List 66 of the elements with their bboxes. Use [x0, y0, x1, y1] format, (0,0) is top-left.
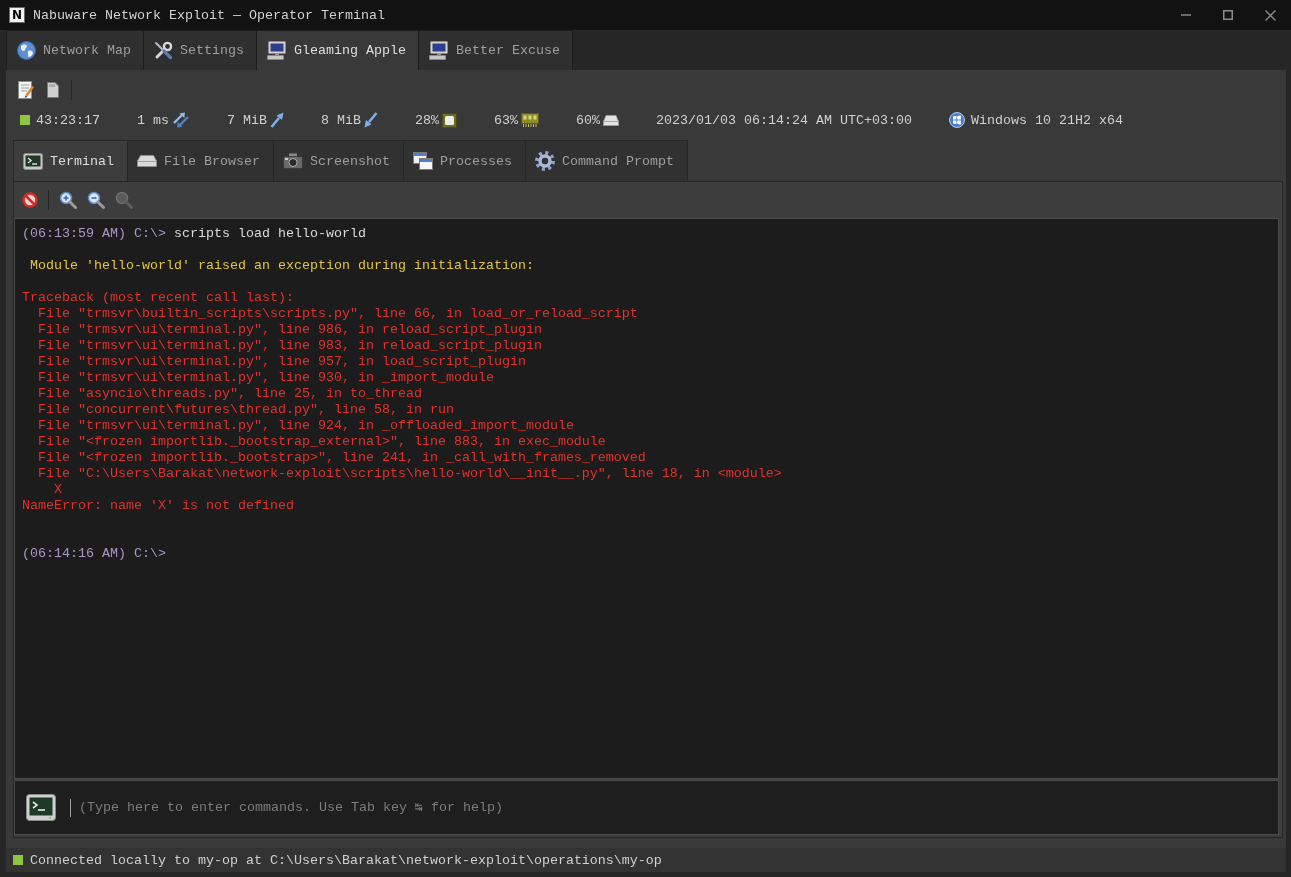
- uptime-text: 43:23:17: [36, 112, 100, 128]
- traceback-line: File "trmsvr\ui\terminal.py", line 930, in _import_module: [37, 370, 494, 386]
- tab[interactable]: Screenshot: [273, 140, 404, 181]
- zoom-out-icon[interactable]: [87, 191, 105, 209]
- traceback-line: File "trmsvr\ui\terminal.py", line 924, in _offloaded_import_module: [37, 418, 574, 434]
- traceback-line: File "asyncio\threads.py", line 25, in to_thread: [37, 386, 422, 402]
- gear-icon: [534, 151, 555, 171]
- windows-stack-icon: [412, 152, 433, 170]
- tab[interactable]: File Browser: [127, 140, 274, 181]
- download-text: 8 MiB: [321, 112, 361, 128]
- memory-usage-text: 63%: [494, 112, 518, 128]
- close-icon[interactable]: [1264, 9, 1276, 21]
- globe-icon: [17, 41, 36, 60]
- traceback-line: X: [53, 482, 62, 498]
- traceback-line: File "<frozen importlib._bootstrap_external>", line 883, in exec_module: [37, 434, 606, 450]
- tab[interactable]: Command Prompt: [524, 140, 688, 181]
- tab[interactable]: Terminal: [13, 140, 128, 181]
- command-text: scripts load hello-world: [173, 226, 366, 242]
- monitor-icon: [267, 41, 287, 60]
- notepad-icon[interactable]: [18, 81, 35, 99]
- window-title: Nabuware Network Exploit — Operator Terminal: [33, 7, 385, 23]
- monitor-icon: [428, 41, 449, 60]
- prompt-text: (06:14:16 AM) C:\>: [22, 546, 166, 562]
- terminal-icon: [23, 152, 43, 170]
- tab[interactable]: Network Map: [6, 30, 144, 70]
- prompt-text: (06:13:59 AM) C:\>: [22, 226, 166, 242]
- date-time-text: 2023/01/03 06:14:24 AM UTC+03:00: [656, 112, 912, 128]
- command-input[interactable]: (Type here to enter commands. Use Tab key ↹ for help): [70, 798, 1270, 817]
- hard-drive-icon: [137, 155, 157, 167]
- tools-icon: [154, 41, 173, 60]
- download-arrow-icon: [364, 112, 378, 128]
- status-text: Connected locally to my-op at C:\Users\Barakat\network-exploit\operations\my-op: [30, 852, 662, 868]
- latency-text: 1 ms: [137, 112, 169, 128]
- traceback-line: File "<frozen importlib._bootstrap>", line 241, in _call_with_frames_removed: [37, 450, 646, 466]
- traceback-line: File "trmsvr\ui\terminal.py", line 986, in reload_script_plugin: [37, 322, 542, 338]
- traceback-line: Traceback (most recent call last):: [22, 290, 294, 306]
- traceback-line: File "trmsvr\ui\terminal.py", line 983, in reload_script_plugin: [37, 338, 542, 354]
- tab[interactable]: Better Excuse: [417, 30, 573, 70]
- maximize-icon[interactable]: [1223, 10, 1233, 20]
- tab[interactable]: Processes: [402, 140, 526, 181]
- traceback-line: File "trmsvr\builtin_scripts\scripts.py", line 66, in load_or_reload_script: [37, 306, 638, 322]
- disk-drive-icon: [603, 114, 619, 126]
- status-indicator-icon: [20, 115, 30, 125]
- tab[interactable]: Gleaming Apple: [256, 30, 419, 70]
- stop-icon[interactable]: [22, 192, 38, 208]
- app-logo: N: [9, 7, 25, 23]
- camera-icon: [283, 153, 303, 169]
- traceback-line: File "concurrent\futures\thread.py", line 58, in run: [37, 402, 454, 418]
- terminal-icon[interactable]: [26, 794, 56, 821]
- windows-logo-icon: [948, 112, 965, 128]
- memory-card-icon[interactable]: [47, 82, 59, 98]
- upload-text: 7 MiB: [227, 112, 267, 128]
- upload-arrow-icon: [270, 112, 284, 128]
- zoom-in-icon[interactable]: [59, 191, 77, 209]
- tab[interactable]: Settings: [143, 30, 257, 70]
- exchange-arrows-icon: [172, 112, 190, 128]
- disk-usage-text: 60%: [576, 112, 600, 128]
- memory-module-icon: [521, 113, 539, 127]
- os-version-text: Windows 10 21H2 x64: [970, 112, 1123, 128]
- cpu-chip-icon: [442, 112, 457, 128]
- warning-message: Module 'hello-world' raised an exception during initialization:: [30, 258, 534, 274]
- command-bar[interactable]: (Type here to enter commands. Use Tab key ↹ for help): [14, 780, 1279, 835]
- traceback-line: File "trmsvr\ui\terminal.py", line 957, in load_script_plugin: [37, 354, 526, 370]
- traceback-line: File "C:\Users\Barakat\network-exploit\scripts\hello-world\__init__.py", line 18, in <module>: [37, 466, 782, 482]
- cpu-usage-text: 28%: [415, 112, 439, 128]
- traceback-line: NameError: name 'X' is not defined: [22, 498, 294, 514]
